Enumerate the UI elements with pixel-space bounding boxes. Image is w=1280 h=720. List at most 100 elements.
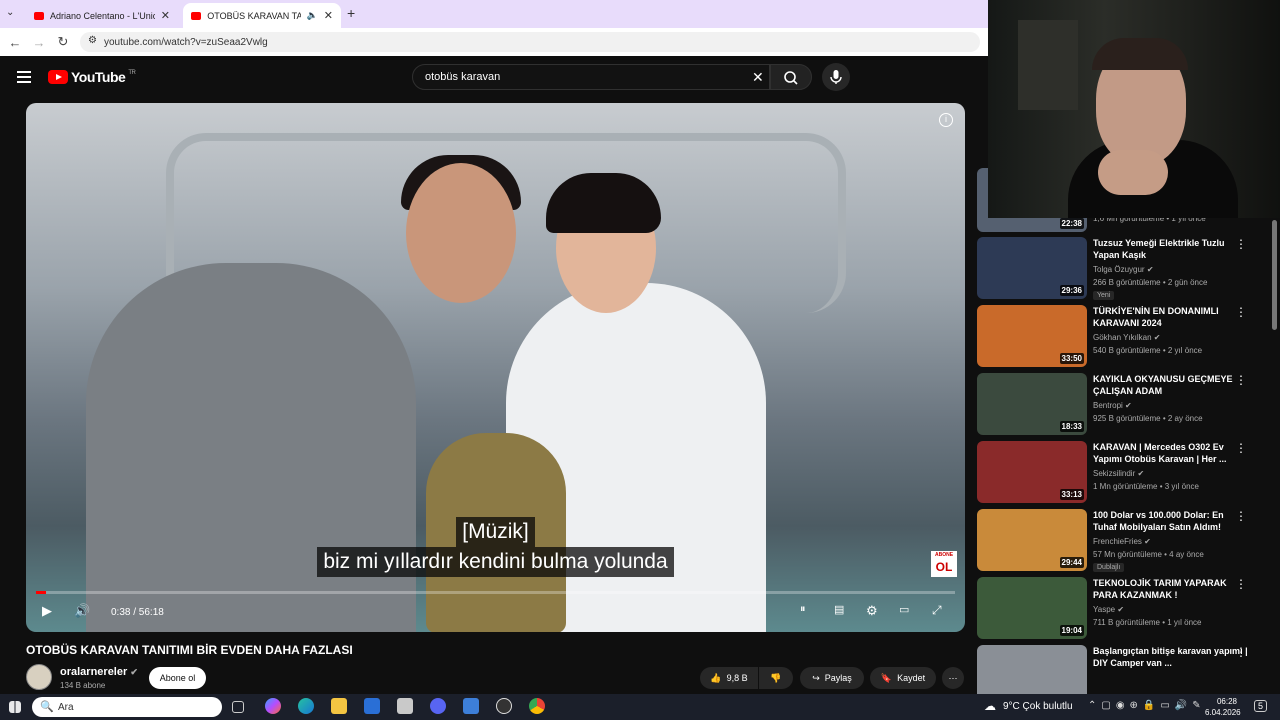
taskbar-search[interactable]: 🔍 Ara [32,697,222,717]
video-meta: 540 B görüntüleme • 2 yıl önce [1093,346,1203,355]
channel-name-text: Bentropi [1093,401,1123,410]
progress-bar[interactable] [36,591,955,594]
browser-tab-1[interactable]: Adriano Celentano - L'Unica Ch ✕ [26,3,178,28]
subscribe-button[interactable]: Abone ol [149,667,206,689]
video-title: Tuzsuz Yemeği Elektrikle Tuzlu Yapan Kaş… [1093,238,1225,260]
close-tab-icon[interactable]: ✕ [324,9,333,22]
more-options-icon[interactable]: ⋮ [1235,509,1247,523]
search-icon [784,71,798,85]
video-player[interactable]: i [Müzik] biz mi yıllardır kendini bulma… [26,103,965,632]
video-thumbnail: 18:33 [977,373,1087,435]
save-button[interactable]: 🔖 Kaydet [870,667,936,689]
like-count: 9,8 B [726,673,748,683]
video-title: TEKNOLOJİK TARIM YAPARAK PARA KAZANMAK ! [1093,578,1227,600]
hamburger-menu-icon[interactable] [17,71,31,83]
webcam-background-shelf [1018,20,1078,110]
sidebar-scrollbar[interactable] [1272,220,1277,330]
search-icon: 🔍 [40,701,54,713]
task-view-icon[interactable] [232,701,244,713]
channel-name: Bentropi ✔ [1093,401,1132,410]
address-bar[interactable]: ⚙ youtube.com/watch?v=zuSeaa2Vwlg [80,32,980,52]
more-actions-button[interactable]: ⋯ [942,667,964,689]
channel-name: Gökhan Yıkılkan ✔ [1093,333,1161,342]
forward-icon[interactable]: → [27,35,51,50]
site-info-icon[interactable]: ⚙ [88,35,97,46]
list-item[interactable]: Başlangıçtan bitişe karavan yapımı | DIY… [975,645,1275,694]
browser-tab-2[interactable]: OTOBÜS KARAVAN TANITIM 🔈 ✕ [183,3,341,28]
speaker-icon[interactable]: 🔈 [307,10,318,21]
edge-browser-icon[interactable] [298,698,314,714]
autoplay-toggle-icon[interactable]: ⏸ [800,603,806,616]
region-code: TR [128,70,136,76]
verified-badge-icon: ✔ [1125,401,1132,410]
channel-name-text: Tolga Özuygur [1093,265,1145,274]
file-explorer-icon[interactable] [331,698,347,714]
list-item[interactable]: 33:13 KARAVAN | Mercedes O302 Ev Yapımı O… [975,441,1275,507]
share-icon: ↪ [812,672,820,683]
close-tab-icon[interactable]: ✕ [161,9,170,22]
webcam-overlay [988,0,1280,218]
notification-badge[interactable]: 5 [1254,700,1268,712]
chrome-icon[interactable] [529,698,545,714]
play-icon[interactable]: ▶ [42,603,52,619]
info-icon[interactable]: i [939,113,953,127]
subtitles-icon[interactable]: ▤ [834,603,844,616]
more-options-icon[interactable]: ⋮ [1235,237,1247,251]
caption-line: biz mi yıllardır kendini bulma yolunda [317,547,674,577]
verified-badge-icon: ✔ [1144,537,1151,546]
channel-name-text: FrenchieFries [1093,537,1142,546]
video-title: 100 Dolar vs 100.000 Dolar: En Tuhaf Mob… [1093,510,1224,532]
more-options-icon[interactable]: ⋮ [1235,645,1247,659]
fullscreen-icon[interactable]: ⤢ [932,603,942,618]
youtube-logo[interactable]: YouTube TR [48,69,136,85]
discord-icon[interactable] [430,698,446,714]
youtube-favicon-icon [34,11,44,20]
progress-fill [36,591,47,594]
store-app-icon[interactable] [397,698,413,714]
back-icon[interactable]: ← [3,35,27,50]
settings-gear-icon[interactable]: ⚙ [866,603,878,619]
list-item[interactable]: 29:36 Tuzsuz Yemeği Elektrikle Tuzlu Yapa… [975,237,1275,303]
clear-search-icon[interactable]: ✕ [752,69,764,86]
thumbs-up-icon: 👍 [710,672,722,683]
more-options-icon[interactable]: ⋮ [1235,373,1247,387]
like-button[interactable]: 👍 9,8 B [700,667,758,689]
caption-line: [Müzik] [456,517,535,547]
search-button[interactable] [770,64,812,90]
reload-icon[interactable]: ↻ [51,34,75,50]
list-item[interactable]: 18:33 KAYIKLA OKYANUSU GEÇMEYE ÇALIŞAN AD… [975,373,1275,439]
app-icon[interactable] [463,698,479,714]
youtube-play-logo-icon [48,70,68,84]
more-options-icon[interactable]: ⋮ [1235,577,1247,591]
search-input[interactable]: otobüs karavan [412,64,770,90]
voice-search-button[interactable] [822,63,850,91]
subscribe-watermark[interactable]: ABONE OL [931,551,957,577]
share-button[interactable]: ↪ Paylaş [800,667,864,689]
tab-list-chevron-icon[interactable]: ⌄ [6,7,14,18]
more-options-icon[interactable]: ⋮ [1235,441,1247,455]
list-item[interactable]: 33:50 TÜRKİYE'NİN EN DONANIMLI KARAVANI 2… [975,305,1275,371]
channel-name: Sekizsilindir ✔ [1093,469,1144,478]
volume-icon[interactable]: 🔊 [74,603,90,619]
channel-avatar[interactable] [26,664,52,690]
video-meta: 57 Mn görüntüleme • 4 ay önce [1093,550,1204,559]
windows-start-icon[interactable] [9,701,21,713]
obs-icon[interactable] [496,698,512,714]
channel-name[interactable]: oralarnereler ✔ [60,666,138,678]
video-thumbnail: 29:44 [977,509,1087,571]
mail-app-icon[interactable] [364,698,380,714]
system-clock[interactable]: 06:28 6.04.2026 [1205,696,1241,718]
new-tab-button[interactable]: + [347,5,355,21]
duration-badge: 33:13 [1059,489,1084,500]
weather-text: 9°C Çok bulutlu [1003,701,1073,712]
dislike-button[interactable]: 👎 [759,667,793,689]
system-tray-icons[interactable]: ⌃▢◉⊕🔒▭🔊✎ [1088,700,1206,711]
video-thumbnail: 33:13 [977,441,1087,503]
more-options-icon[interactable]: ⋮ [1235,305,1247,319]
duration-badge: 29:44 [1059,557,1084,568]
list-item[interactable]: 29:44 100 Dolar vs 100.000 Dolar: En Tuha… [975,509,1275,575]
video-thumbnail [977,645,1087,694]
miniplayer-icon[interactable]: ▭ [899,603,909,616]
list-item[interactable]: 19:04 TEKNOLOJİK TARIM YAPARAK PARA KAZAN… [975,577,1275,643]
copilot-icon[interactable] [265,698,281,714]
